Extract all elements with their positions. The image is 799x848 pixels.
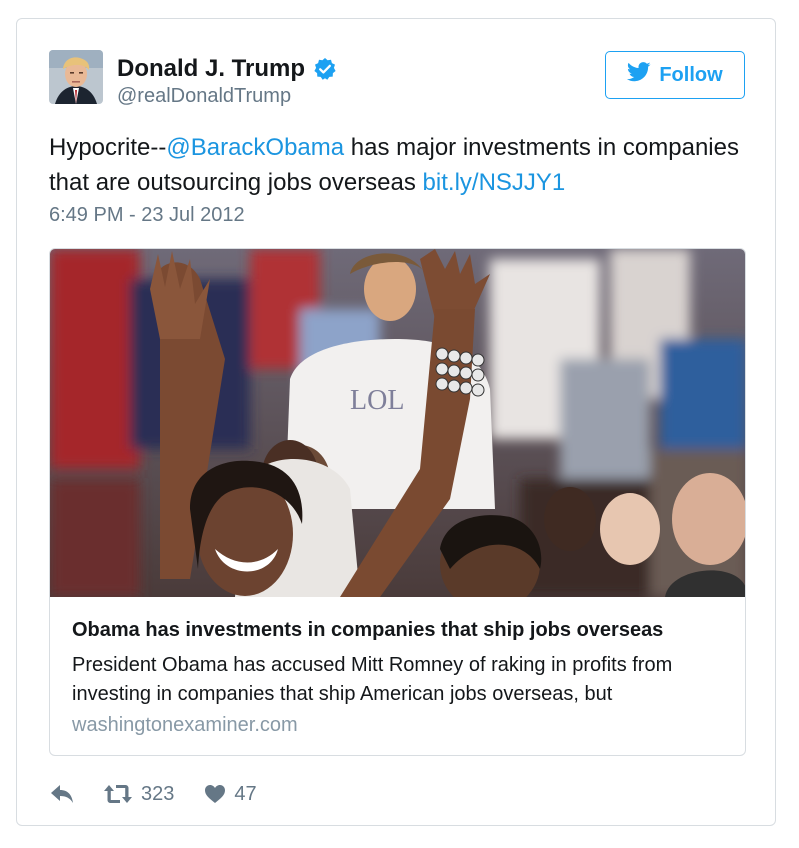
link-card-title[interactable]: Obama has investments in companies that … (72, 619, 663, 642)
link-card-domain: washingtonexaminer.com (72, 714, 298, 736)
verified-badge-icon (313, 57, 337, 81)
tweet-text: Hypocrite--@BarackObama has major invest… (49, 130, 749, 200)
heart-icon (204, 784, 226, 804)
svg-text:LOL: LOL (350, 385, 404, 416)
author-name-text[interactable]: Donald J. Trump (117, 55, 305, 83)
tweet-actions: 323 47 (49, 779, 257, 809)
reply-button[interactable] (49, 783, 75, 805)
follow-button[interactable]: Follow (605, 51, 745, 99)
author-handle[interactable]: @realDonaldTrump (117, 85, 291, 108)
retweet-count: 323 (141, 782, 175, 805)
tweet-timestamp[interactable]: 6:49 PM - 23 Jul 2012 (49, 204, 245, 227)
tweet-text-prefix: Hypocrite-- (49, 134, 167, 161)
link-card-description: President Obama has accused Mitt Romney … (72, 654, 673, 705)
retweet-icon (103, 783, 133, 805)
follow-button-label: Follow (659, 63, 723, 86)
link-card-image[interactable]: LOL (50, 249, 745, 597)
author-name[interactable]: Donald J. Trump (117, 55, 337, 83)
like-button[interactable]: 47 (204, 782, 257, 806)
tweet-card: Donald J. Trump @realDonaldTrump Follow … (16, 18, 776, 826)
short-link[interactable]: bit.ly/NSJJY1 (423, 169, 566, 196)
twitter-bird-icon (627, 62, 651, 88)
reply-icon (49, 783, 75, 805)
avatar[interactable] (49, 50, 103, 104)
link-card[interactable]: LOL Obama has investments in companies t… (49, 248, 746, 756)
like-count: 47 (234, 782, 257, 805)
mention-link[interactable]: @BarackObama (166, 134, 344, 161)
retweet-button[interactable]: 323 (103, 783, 174, 806)
